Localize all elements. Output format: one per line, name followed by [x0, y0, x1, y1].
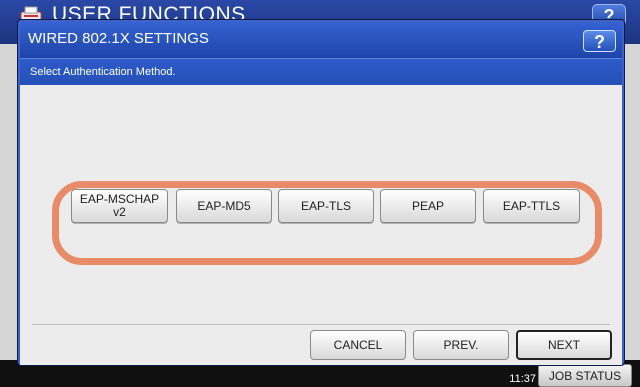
footer-divider	[32, 324, 610, 325]
prev-button[interactable]: PREV.	[413, 330, 509, 360]
dialog-title: WIRED 802.1X SETTINGS	[28, 30, 209, 47]
clock: 11:37	[468, 367, 540, 387]
dialog-help-button[interactable]: ?	[583, 30, 616, 52]
next-button[interactable]: NEXT	[516, 330, 612, 360]
instruction-bar: Select Authentication Method.	[20, 58, 622, 85]
background-panel-left	[0, 44, 20, 374]
method-eap-tls-button[interactable]: EAP-TLS	[278, 189, 374, 223]
wired-8021x-dialog: WIRED 802.1X SETTINGS ? Select Authentic…	[18, 20, 624, 365]
time-display: 11:37	[509, 373, 536, 385]
screen: USER FUNCTIONS ? 11:37 JOB STATUS WIRED …	[0, 0, 640, 387]
job-status-button[interactable]: JOB STATUS	[538, 364, 632, 387]
method-eap-ttls-button[interactable]: EAP-TTLS	[483, 189, 580, 223]
dialog-titlebar: WIRED 802.1X SETTINGS ?	[20, 22, 622, 58]
cancel-button[interactable]: CANCEL	[310, 330, 406, 360]
method-eap-md5-button[interactable]: EAP-MD5	[176, 189, 272, 223]
method-eap-mschapv2-button[interactable]: EAP-MSCHAP v2	[71, 189, 168, 223]
dialog-body: EAP-MSCHAP v2 EAP-MD5 EAP-TLS PEAP EAP-T…	[20, 85, 622, 365]
instruction-text: Select Authentication Method.	[30, 66, 176, 78]
method-peap-button[interactable]: PEAP	[380, 189, 476, 223]
